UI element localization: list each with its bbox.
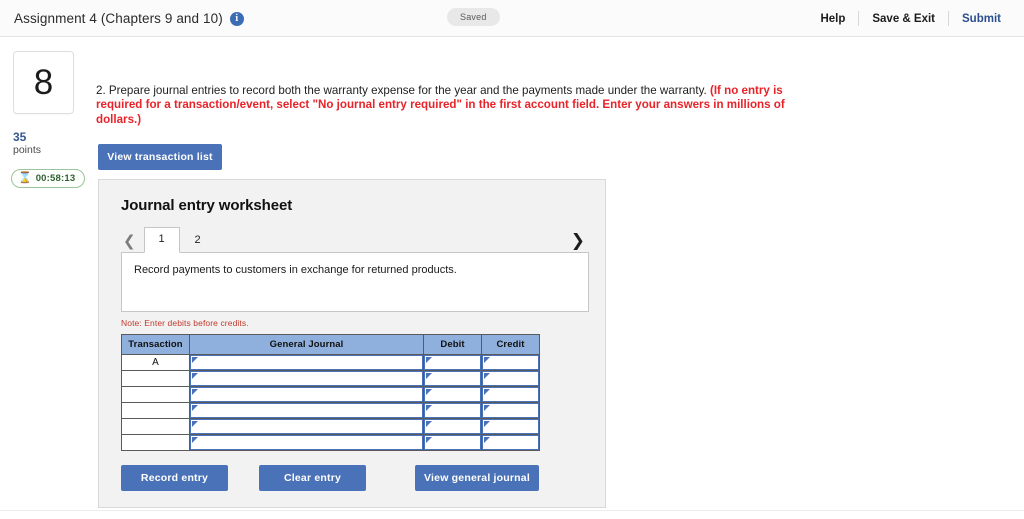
general-journal-cell (189, 354, 424, 372)
credit-input-2[interactable] (482, 387, 539, 403)
debit-input-0[interactable] (424, 355, 481, 371)
journal-entry-worksheet-panel: Journal entry worksheet ❮ 1 2 ❯ Record p… (98, 179, 606, 509)
save-and-exit-link[interactable]: Save & Exit (859, 13, 948, 25)
general-journal-cell (189, 370, 424, 388)
view-general-journal-button[interactable]: View general journal (415, 465, 539, 492)
debit-cell (423, 434, 482, 452)
table-row (121, 418, 540, 436)
timer-value: 00:58:13 (35, 172, 76, 184)
debit-input-3[interactable] (424, 403, 481, 419)
column-header-transaction: Transaction (121, 334, 190, 356)
timer-badge: ⌛ 00:58:13 (11, 168, 86, 188)
points-value: 35 (13, 130, 27, 144)
record-entry-button[interactable]: Record entry (121, 465, 228, 492)
debit-input-5[interactable] (424, 435, 481, 451)
credit-cell (481, 354, 540, 372)
question-prompt-text: 2. Prepare journal entries to record bot… (96, 84, 710, 97)
table-row (121, 402, 540, 420)
journal-entry-table: Transaction General Journal Debit Credit… (121, 334, 540, 452)
credit-input-0[interactable] (482, 355, 539, 371)
debit-cell (423, 386, 482, 404)
question-number: 8 (33, 63, 54, 102)
credit-cell (481, 418, 540, 436)
debit-cell (423, 354, 482, 372)
worksheet-tab-bar: ❮ 1 2 ❯ (121, 226, 589, 254)
credit-input-3[interactable] (482, 403, 539, 419)
info-icon[interactable]: i (229, 12, 244, 26)
worksheet-description-box: Record payments to customers in exchange… (121, 252, 589, 313)
credit-cell (481, 370, 540, 388)
general-journal-cell (189, 402, 424, 420)
general-journal-cell (189, 386, 424, 404)
debit-cell (423, 370, 482, 388)
credit-input-1[interactable] (482, 371, 539, 387)
submit-link[interactable]: Submit (949, 13, 1014, 25)
assignment-title: Assignment 4 (Chapters 9 and 10) (14, 10, 223, 26)
page-body: 8 35 points ⌛ 00:58:13 2. Prepare journa… (0, 37, 1024, 519)
account-select-3[interactable] (190, 403, 423, 419)
transaction-label (121, 434, 190, 452)
question-prompt: 2. Prepare journal entries to record bot… (96, 84, 826, 127)
debit-cell (423, 418, 482, 436)
debit-input-4[interactable] (424, 419, 481, 435)
credit-cell (481, 402, 540, 420)
footer-divider (0, 510, 1024, 511)
question-rail: 8 35 points ⌛ 00:58:13 (0, 37, 92, 188)
account-select-2[interactable] (190, 387, 423, 403)
credit-input-5[interactable] (482, 435, 539, 451)
tab-2[interactable]: 2 (180, 230, 216, 252)
question-number-box: 8 (13, 51, 74, 114)
column-header-credit: Credit (481, 334, 540, 356)
transaction-label (121, 418, 190, 436)
transaction-label (121, 402, 190, 420)
points-label: points (13, 144, 42, 157)
credit-input-4[interactable] (482, 419, 539, 435)
transaction-label (121, 386, 190, 404)
column-header-debit: Debit (423, 334, 482, 356)
chevron-left-icon[interactable]: ❮ (121, 234, 144, 252)
table-row (121, 386, 540, 404)
general-journal-cell (189, 434, 424, 452)
account-select-4[interactable] (190, 419, 423, 435)
debits-before-credits-note: Note: Enter debits before credits. (121, 318, 249, 329)
table-row (121, 370, 540, 388)
top-bar-actions: Help Save & Exit Submit (807, 0, 1014, 37)
help-link[interactable]: Help (807, 13, 858, 25)
account-select-0[interactable] (190, 355, 423, 371)
table-row: A (121, 354, 540, 372)
clear-entry-button[interactable]: Clear entry (259, 465, 366, 492)
worksheet-title: Journal entry worksheet (121, 197, 293, 215)
top-bar: Assignment 4 (Chapters 9 and 10) i Saved… (0, 0, 1024, 37)
chevron-right-icon[interactable]: ❯ (571, 233, 585, 250)
credit-cell (481, 386, 540, 404)
debit-cell (423, 402, 482, 420)
table-row (121, 434, 540, 452)
status-badge: Saved (447, 8, 500, 26)
account-select-5[interactable] (190, 435, 423, 451)
column-header-general-journal: General Journal (189, 334, 424, 356)
main-column: 2. Prepare journal entries to record bot… (92, 37, 1024, 509)
general-journal-cell (189, 418, 424, 436)
account-select-1[interactable] (190, 371, 423, 387)
worksheet-actions: Record entry Clear entry View general jo… (121, 465, 539, 492)
debit-input-1[interactable] (424, 371, 481, 387)
worksheet-description: Record payments to customers in exchange… (134, 264, 457, 277)
table-header-row: Transaction General Journal Debit Credit (121, 334, 540, 356)
transaction-label: A (121, 354, 190, 372)
credit-cell (481, 434, 540, 452)
transaction-label (121, 370, 190, 388)
tab-1[interactable]: 1 (143, 227, 180, 254)
hourglass-icon: ⌛ (18, 171, 32, 184)
view-transaction-list-button[interactable]: View transaction list (98, 144, 222, 171)
debit-input-2[interactable] (424, 387, 481, 403)
